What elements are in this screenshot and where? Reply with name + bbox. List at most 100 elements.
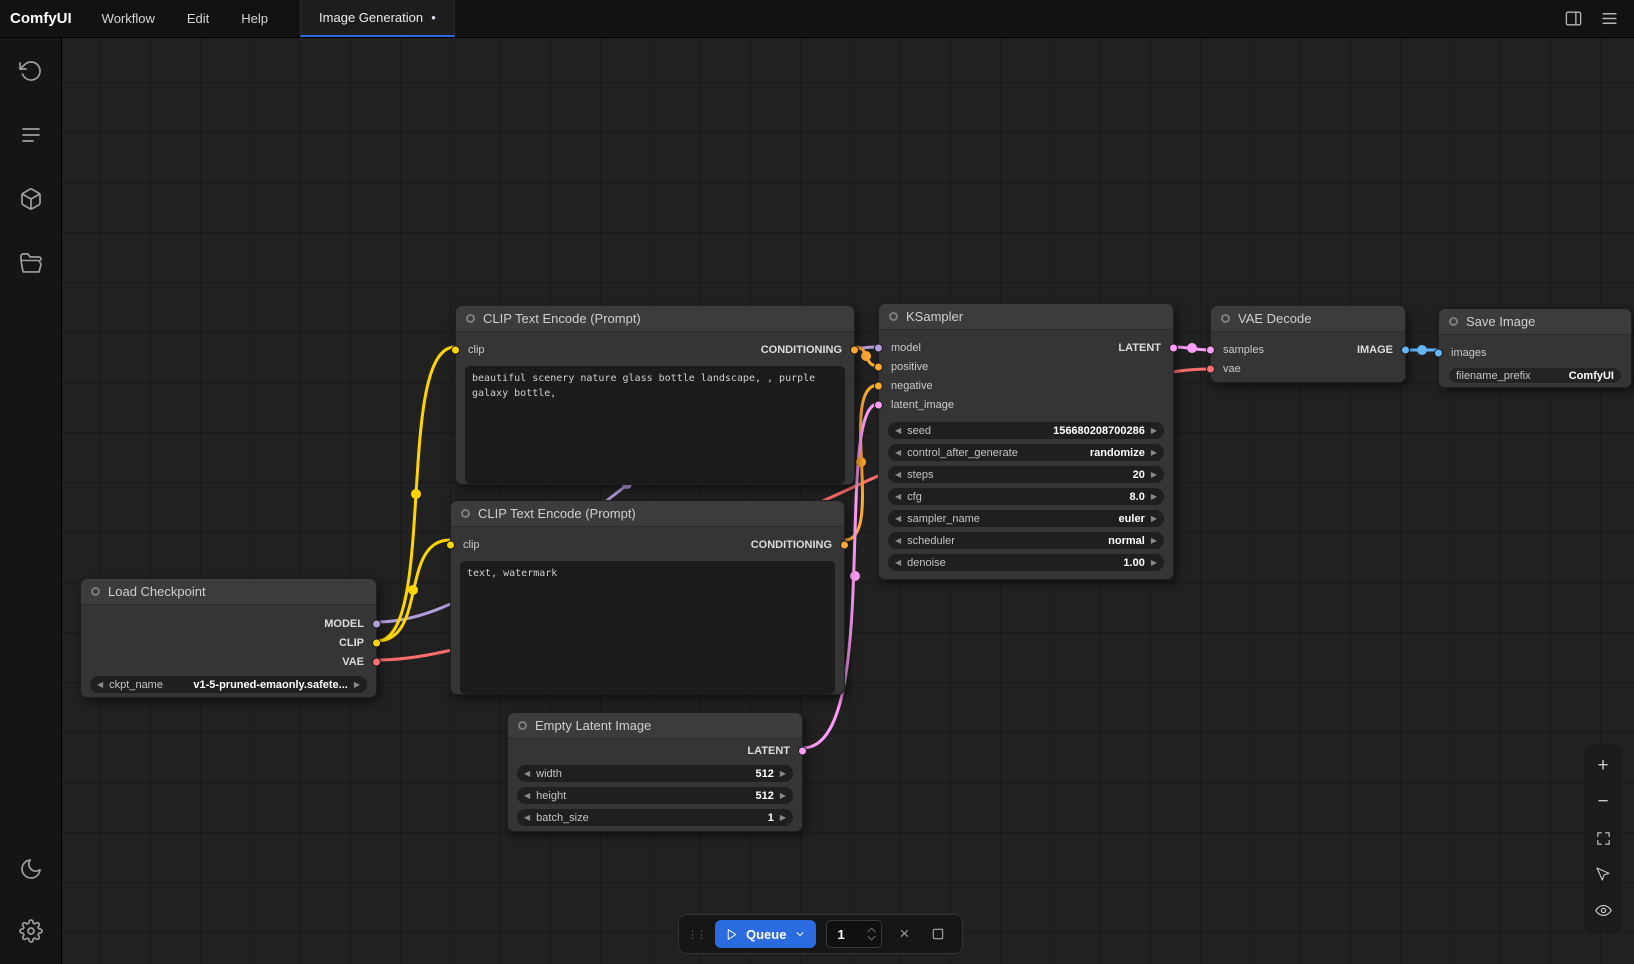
increment-arrow-icon[interactable]: ▶ xyxy=(1151,515,1157,523)
prompt-textarea[interactable]: beautiful scenery nature glass bottle la… xyxy=(465,366,845,484)
node-save-image[interactable]: Save Image images filename_prefix ComfyU… xyxy=(1438,308,1632,388)
decrement-arrow-icon[interactable]: ◀ xyxy=(895,559,901,567)
node-empty-latent-image[interactable]: Empty Latent Image LATENT ◀ width 512 ▶ xyxy=(507,712,803,832)
spinner-down-icon[interactable] xyxy=(867,935,876,941)
collapse-toggle-icon[interactable] xyxy=(518,721,527,730)
collapse-toggle-icon[interactable] xyxy=(466,314,475,323)
settings-gear-icon[interactable] xyxy=(18,918,44,944)
increment-arrow-icon[interactable]: ▶ xyxy=(1151,537,1157,545)
node-header[interactable]: KSampler xyxy=(879,304,1173,330)
fit-view-button[interactable] xyxy=(1590,826,1616,850)
interrupt-button[interactable] xyxy=(926,922,950,946)
widget-control-after-generate[interactable]: ◀ control_after_generate randomize ▶ xyxy=(888,444,1164,461)
node-library-icon[interactable] xyxy=(18,122,44,148)
input-slot-positive[interactable] xyxy=(874,362,883,371)
tab-image-generation[interactable]: Image Generation ● xyxy=(300,0,455,37)
batch-count-input[interactable]: 1 xyxy=(826,920,882,948)
select-mode-button[interactable] xyxy=(1590,862,1616,886)
queue-button[interactable]: Queue xyxy=(715,920,816,948)
decrement-arrow-icon[interactable]: ◀ xyxy=(895,427,901,435)
node-header[interactable]: Load Checkpoint xyxy=(81,579,376,605)
increment-arrow-icon[interactable]: ▶ xyxy=(1151,559,1157,567)
clear-queue-button[interactable]: × xyxy=(892,922,916,946)
node-load-checkpoint[interactable]: Load Checkpoint MODEL CLIP xyxy=(80,578,377,698)
increment-arrow-icon[interactable]: ▶ xyxy=(780,770,786,778)
increment-arrow-icon[interactable]: ▶ xyxy=(1151,449,1157,457)
increment-arrow-icon[interactable]: ▶ xyxy=(354,681,360,689)
decrement-arrow-icon[interactable]: ◀ xyxy=(524,770,530,778)
input-slot-clip[interactable] xyxy=(446,540,455,549)
input-slot-images[interactable] xyxy=(1434,348,1443,357)
spinner-up-icon[interactable] xyxy=(867,927,876,933)
output-slot-clip[interactable] xyxy=(372,638,381,647)
menu-icon[interactable] xyxy=(1594,4,1624,34)
chevron-down-icon[interactable] xyxy=(794,928,806,940)
prompt-textarea[interactable]: text, watermark xyxy=(460,561,835,694)
collapse-toggle-icon[interactable] xyxy=(889,312,898,321)
output-slot-vae[interactable] xyxy=(372,657,381,666)
node-header[interactable]: CLIP Text Encode (Prompt) xyxy=(451,501,844,527)
node-clip-text-encode-negative[interactable]: CLIP Text Encode (Prompt) clip CONDITION… xyxy=(450,500,845,695)
increment-arrow-icon[interactable]: ▶ xyxy=(780,814,786,822)
decrement-arrow-icon[interactable]: ◀ xyxy=(895,449,901,457)
collapse-toggle-icon[interactable] xyxy=(91,587,100,596)
widget-scheduler[interactable]: ◀ scheduler normal ▶ xyxy=(888,532,1164,549)
toggle-link-visibility-button[interactable] xyxy=(1590,898,1616,922)
collapse-toggle-icon[interactable] xyxy=(1221,314,1230,323)
menu-edit[interactable]: Edit xyxy=(171,0,225,37)
output-slot-conditioning[interactable] xyxy=(850,345,859,354)
node-vae-decode[interactable]: VAE Decode samples IMAGE vae xyxy=(1210,305,1406,383)
input-slot-negative[interactable] xyxy=(874,381,883,390)
decrement-arrow-icon[interactable]: ◀ xyxy=(524,792,530,800)
decrement-arrow-icon[interactable]: ◀ xyxy=(895,471,901,479)
widget-width[interactable]: ◀ width 512 ▶ xyxy=(517,765,793,782)
widget-ckpt-name[interactable]: ◀ ckpt_name v1-5-pruned-emaonly.safete..… xyxy=(90,676,367,693)
widget-cfg[interactable]: ◀ cfg 8.0 ▶ xyxy=(888,488,1164,505)
node-header[interactable]: VAE Decode xyxy=(1211,306,1405,332)
node-header[interactable]: Empty Latent Image xyxy=(508,713,802,739)
node-clip-text-encode-positive[interactable]: CLIP Text Encode (Prompt) clip CONDITION… xyxy=(455,305,855,485)
output-slot-conditioning[interactable] xyxy=(840,540,849,549)
increment-arrow-icon[interactable]: ▶ xyxy=(1151,427,1157,435)
input-slot-clip[interactable] xyxy=(451,345,460,354)
output-slot-latent[interactable] xyxy=(1169,343,1178,352)
widget-steps[interactable]: ◀ steps 20 ▶ xyxy=(888,466,1164,483)
increment-arrow-icon[interactable]: ▶ xyxy=(1151,493,1157,501)
collapse-toggle-icon[interactable] xyxy=(1449,317,1458,326)
widget-sampler-name[interactable]: ◀ sampler_name euler ▶ xyxy=(888,510,1164,527)
decrement-arrow-icon[interactable]: ◀ xyxy=(895,493,901,501)
zoom-out-button[interactable]: − xyxy=(1590,790,1616,814)
output-slot-model[interactable] xyxy=(372,619,381,628)
menu-workflow[interactable]: Workflow xyxy=(86,0,171,37)
increment-arrow-icon[interactable]: ▶ xyxy=(780,792,786,800)
widget-denoise[interactable]: ◀ denoise 1.00 ▶ xyxy=(888,554,1164,571)
node-ksampler[interactable]: KSampler model LATENT positiv xyxy=(878,303,1174,580)
decrement-arrow-icon[interactable]: ◀ xyxy=(97,681,103,689)
output-slot-latent[interactable] xyxy=(798,746,807,755)
node-header[interactable]: CLIP Text Encode (Prompt) xyxy=(456,306,854,332)
theme-toggle-icon[interactable] xyxy=(18,856,44,882)
graph-canvas[interactable]: CLIP Text Encode (Prompt) clip CONDITION… xyxy=(62,38,1634,964)
zoom-in-button[interactable]: + xyxy=(1590,754,1616,778)
input-slot-vae[interactable] xyxy=(1206,364,1215,373)
input-slot-samples[interactable] xyxy=(1206,345,1215,354)
node-header[interactable]: Save Image xyxy=(1439,309,1631,335)
panel-toggle-icon[interactable] xyxy=(1558,4,1588,34)
input-slot-model[interactable] xyxy=(874,343,883,352)
drag-handle-icon[interactable]: ⋮⋮ xyxy=(687,928,705,941)
history-icon[interactable] xyxy=(18,58,44,84)
workflows-folder-icon[interactable] xyxy=(18,250,44,276)
widget-batch-size[interactable]: ◀ batch_size 1 ▶ xyxy=(517,809,793,826)
menu-help[interactable]: Help xyxy=(225,0,284,37)
widget-height[interactable]: ◀ height 512 ▶ xyxy=(517,787,793,804)
input-slot-latent-image[interactable] xyxy=(874,400,883,409)
widget-seed[interactable]: ◀ seed 156680208700286 ▶ xyxy=(888,422,1164,439)
decrement-arrow-icon[interactable]: ◀ xyxy=(895,537,901,545)
increment-arrow-icon[interactable]: ▶ xyxy=(1151,471,1157,479)
collapse-toggle-icon[interactable] xyxy=(461,509,470,518)
widget-filename-prefix[interactable]: filename_prefix ComfyUI xyxy=(1448,367,1622,384)
output-slot-image[interactable] xyxy=(1401,345,1410,354)
model-library-icon[interactable] xyxy=(18,186,44,212)
decrement-arrow-icon[interactable]: ◀ xyxy=(895,515,901,523)
decrement-arrow-icon[interactable]: ◀ xyxy=(524,814,530,822)
